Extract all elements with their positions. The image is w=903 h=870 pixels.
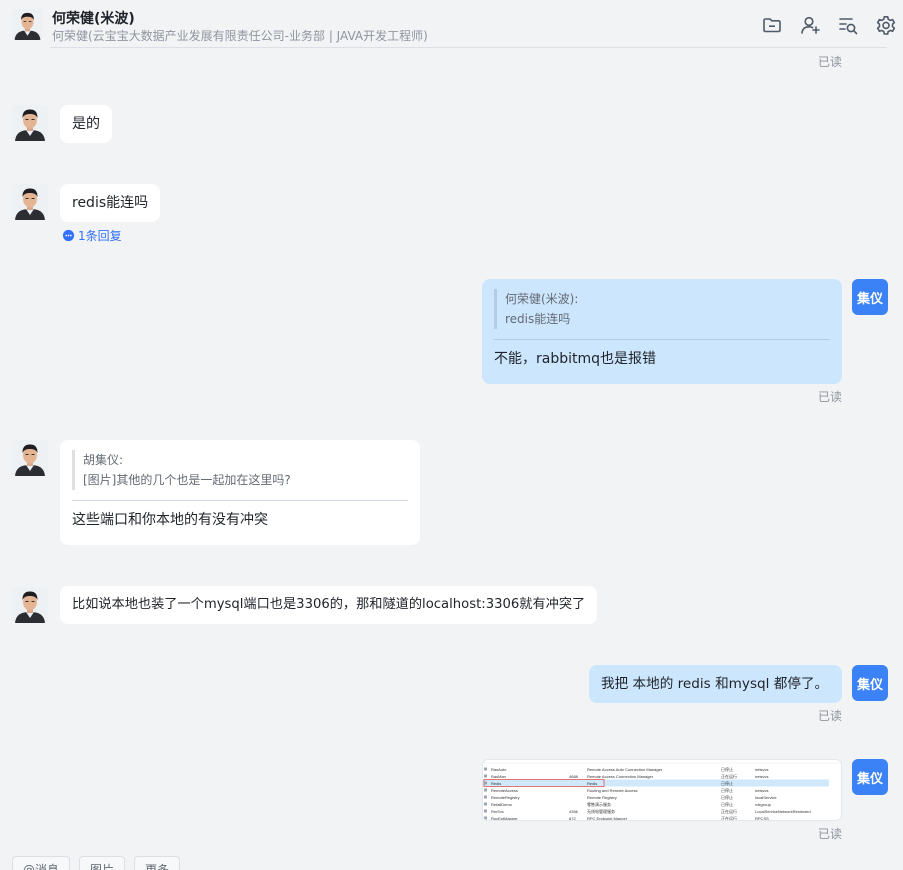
contact-subtitle: 何荣健(云宝宝大数据产业发展有限责任公司-业务部 | JAVA开发工程师) — [52, 29, 428, 43]
image-cell-text: Remote Access Connection Manager — [587, 774, 654, 779]
image-cell-text: localService — [755, 795, 777, 800]
image-cell-text: 4688 — [569, 774, 579, 779]
image-cell-text: rdxgroup — [755, 802, 772, 807]
message-bubble[interactable]: 是的 — [60, 105, 112, 143]
image-cell-text: RPCSS — [755, 816, 769, 821]
image-cell-text: 4356 — [569, 809, 579, 814]
image-cell-text: 已停止 — [721, 794, 733, 800]
sender-avatar[interactable] — [12, 184, 48, 220]
image-cell-text: netsvcs — [755, 767, 769, 772]
read-receipt: 已读 — [818, 390, 843, 404]
message-text: 是的 — [72, 116, 100, 132]
quote-author: 何荣健(米波): — [505, 292, 579, 306]
services-screenshot-image: RasAuto Remote Access Auto Connection Man… — [483, 760, 841, 821]
message-bubble[interactable]: 胡集仪: [图片]其他的几个也是一起加在这里吗? 这些端口和你本地的有没有冲突 — [60, 440, 420, 545]
image-cell-text: 正在运行 — [721, 808, 737, 814]
image-cell-text: 正在运行 — [721, 773, 737, 779]
image-cell-text: netsvcs — [755, 774, 769, 779]
sender-avatar[interactable] — [12, 440, 48, 476]
image-cell-text: 已停止 — [721, 780, 733, 786]
add-member-icon[interactable] — [799, 14, 821, 36]
quote-author: 胡集仪: — [83, 453, 124, 467]
image-message[interactable]: RasAuto Remote Access Auto Connection Man… — [482, 759, 842, 821]
image-cell-text: 已停止 — [721, 801, 733, 807]
quoted-message[interactable]: 何荣健(米波): redis能连吗 — [494, 289, 830, 329]
image-cell-text: 872 — [569, 816, 576, 821]
mention-tab[interactable]: @消息 — [12, 856, 71, 870]
settings-icon[interactable] — [875, 14, 897, 36]
image-cell-text: LocalServiceNetworkRestricted — [755, 809, 811, 814]
image-cell-text: Routing and Remote Access — [587, 788, 637, 793]
image-tab[interactable]: 图片 — [79, 856, 126, 870]
my-avatar[interactable]: 集仪 — [852, 665, 888, 701]
header-divider — [50, 47, 887, 48]
contact-avatar[interactable] — [12, 9, 43, 40]
message-bubble[interactable]: redis能连吗 — [60, 184, 161, 222]
reply-bubble-icon — [62, 229, 75, 242]
read-receipt: 已读 — [818, 55, 843, 69]
message-text: redis能连吗 — [72, 195, 149, 211]
chat-header: 何荣健(米波) 何荣健(云宝宝大数据产业发展有限责任公司-业务部 | JAVA开… — [0, 0, 903, 48]
message-bubble[interactable]: 比如说本地也装了一个mysql端口也是3306的，那和隧道的localhost:… — [60, 586, 598, 624]
image-cell-text: Redis — [587, 781, 597, 786]
image-cell-text: RemoteAccess — [491, 788, 518, 793]
image-cell-text: RPC Endpoint Mapper — [587, 816, 628, 821]
message-bubble[interactable]: 何荣健(米波): redis能连吗 不能，rabbitmq也是报错 — [482, 279, 842, 384]
image-cell-text: 无线电管理服务 — [587, 808, 615, 814]
image-cell-text: 零售演示服务 — [587, 801, 611, 807]
message-text: 这些端口和你本地的有没有冲突 — [72, 512, 268, 528]
image-cell-text: Remote Access Auto Connection Manager — [587, 767, 663, 772]
image-cell-text: 已停止 — [721, 766, 733, 772]
image-cell-text: RasMan — [491, 774, 506, 779]
message-text: 不能，rabbitmq也是报错 — [494, 351, 657, 367]
message-text: 比如说本地也装了一个mysql端口也是3306的，那和隧道的localhost:… — [72, 597, 586, 612]
my-avatar[interactable]: 集仪 — [852, 759, 888, 795]
quote-divider — [494, 339, 830, 340]
read-receipt: 已读 — [818, 709, 843, 723]
search-messages-icon[interactable] — [837, 14, 859, 36]
image-cell-text: RasAuto — [491, 767, 507, 772]
sender-avatar[interactable] — [12, 587, 48, 623]
image-cell-text: RpcEptMapper — [491, 816, 518, 821]
thread-reply-link[interactable]: 1条回复 — [62, 227, 122, 244]
image-cell-text: 已停止 — [721, 787, 733, 793]
my-avatar[interactable]: 集仪 — [852, 279, 888, 315]
image-cell-text: RetailDemo — [491, 802, 513, 807]
image-cell-text: RmSvc — [491, 809, 504, 814]
quoted-message[interactable]: 胡集仪: [图片]其他的几个也是一起加在这里吗? — [72, 450, 408, 490]
more-tab[interactable]: 更多 — [134, 856, 181, 870]
folder-icon[interactable] — [761, 14, 783, 36]
image-cell-text: 正在运行 — [721, 815, 737, 821]
sender-avatar[interactable] — [12, 105, 48, 141]
quote-divider — [72, 500, 408, 501]
composer-toolbar: @消息 图片 更多 — [12, 856, 181, 870]
quote-text: redis能连吗 — [505, 312, 571, 326]
message-text: 我把 本地的 redis 和mysql 都停了。 — [601, 676, 829, 692]
message-bubble[interactable]: 我把 本地的 redis 和mysql 都停了。 — [589, 665, 842, 703]
image-cell-text: Redis — [491, 781, 501, 786]
image-cell-text: RemoteRegistry — [491, 795, 520, 800]
quote-text: [图片]其他的几个也是一起加在这里吗? — [83, 473, 291, 487]
read-receipt: 已读 — [818, 827, 843, 841]
image-cell-text: netsvcs — [755, 788, 769, 793]
reply-count: 1条回复 — [78, 229, 122, 243]
image-cell-text: Remote Registry — [587, 795, 617, 800]
contact-name[interactable]: 何荣健(米波) — [52, 8, 135, 28]
